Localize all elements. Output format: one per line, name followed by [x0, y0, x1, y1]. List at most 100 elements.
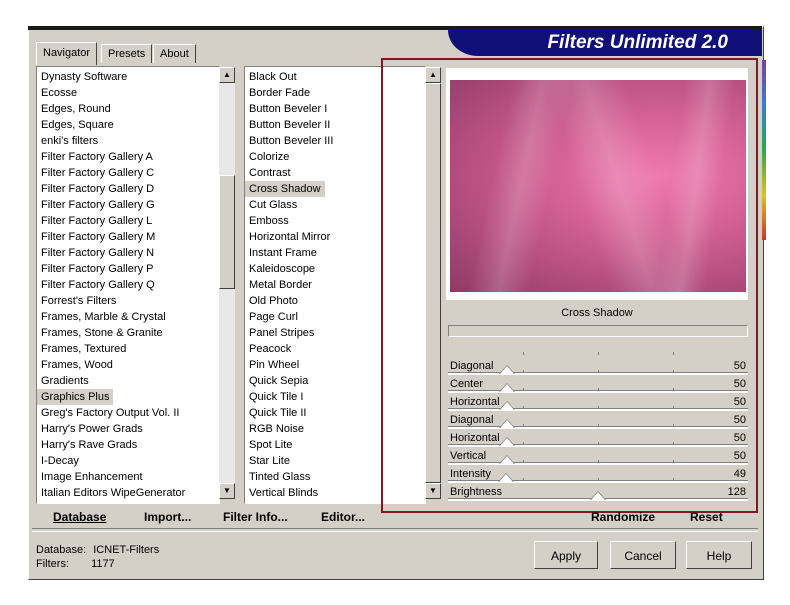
filter-item-label: Border Fade	[249, 87, 311, 99]
category-item[interactable]: Filter Factory Gallery Q	[37, 277, 219, 293]
category-item[interactable]: Frames, Wood	[37, 357, 219, 373]
category-item[interactable]: I-Decay	[37, 453, 219, 469]
status-database-value: ICNET-Filters	[93, 544, 160, 556]
filter-item-label: Horizontal Mirror	[249, 231, 331, 243]
category-item-label: Filter Factory Gallery C	[41, 167, 155, 179]
scroll-down-icon[interactable]: ▼	[219, 483, 235, 499]
category-item[interactable]: Filter Factory Gallery G	[37, 197, 219, 213]
filter-item-label: Instant Frame	[249, 247, 317, 259]
editor-button[interactable]: Editor...	[321, 510, 365, 524]
tab-presets[interactable]: Presets	[101, 44, 153, 63]
category-item-label: Graphics Plus	[37, 389, 114, 405]
category-item[interactable]: Graphics Plus	[37, 389, 219, 405]
apply-button[interactable]: Apply	[534, 541, 598, 569]
filter-item-label: Metal Border	[249, 279, 312, 291]
category-item-label: Harry's Rave Grads	[41, 439, 138, 451]
filter-item-label: Black Out	[249, 71, 297, 83]
status-database: Database: ICNET-Filters	[36, 544, 159, 556]
category-item[interactable]: Image Enhancement	[37, 469, 219, 485]
category-item-label: Filter Factory Gallery M	[41, 231, 156, 243]
filter-item-label: Button Beveler II	[249, 119, 331, 131]
filter-item-label: Kaleidoscope	[249, 263, 316, 275]
help-button[interactable]: Help	[686, 541, 752, 569]
category-item-label: Filter Factory Gallery N	[41, 247, 155, 259]
category-item-label: I-Decay	[41, 455, 79, 467]
category-item-label: Italian Editors WipeGenerator	[41, 487, 186, 499]
category-item[interactable]: Harry's Power Grads	[37, 421, 219, 437]
import-label: Import...	[144, 510, 192, 524]
category-item[interactable]: enki's filters	[37, 133, 219, 149]
category-item[interactable]: Filter Factory Gallery P	[37, 261, 219, 277]
category-item[interactable]: Gradients	[37, 373, 219, 389]
brand-banner: Filters Unlimited 2.0	[448, 30, 762, 56]
category-item-label: Harry's Power Grads	[41, 423, 143, 435]
filter-item-label: Quick Sepia	[249, 375, 309, 387]
category-item-label: Filter Factory Gallery P	[41, 263, 154, 275]
category-item-label: Dynasty Software	[41, 71, 128, 83]
filter-item-label: Cut Glass	[249, 199, 298, 211]
editor-label: Editor...	[321, 510, 366, 524]
category-item-label: Ecosse	[41, 87, 78, 99]
reset-button[interactable]: Reset	[690, 510, 723, 524]
filter-item-label: Quick Tile I	[249, 391, 304, 403]
cancel-button[interactable]: Cancel	[610, 541, 676, 569]
filter-item-label: Pin Wheel	[249, 359, 300, 371]
filter-info-label: Filter Info...	[223, 510, 288, 524]
filter-item-label: Contrast	[249, 167, 291, 179]
category-item-label: Edges, Square	[41, 119, 114, 131]
category-list[interactable]: Dynasty Software Ecosse Edges, Round Edges,…	[36, 66, 220, 504]
background-color-strip	[762, 60, 766, 240]
category-scrollbar[interactable]: ▲ ▼	[219, 67, 235, 499]
category-item[interactable]: Filter Factory Gallery D	[37, 181, 219, 197]
category-item-label: Greg's Factory Output Vol. II	[41, 407, 180, 419]
category-item-label: Edges, Round	[41, 103, 111, 115]
filter-info-button[interactable]: Filter Info...	[223, 510, 288, 524]
scroll-up-icon[interactable]: ▲	[219, 67, 235, 83]
category-item-label: Filter Factory Gallery D	[41, 183, 155, 195]
status-filters-label: Filters:	[36, 558, 69, 570]
category-item[interactable]: Frames, Textured	[37, 341, 219, 357]
filter-item-label: Spot Lite	[249, 439, 293, 451]
category-item[interactable]: Edges, Square	[37, 117, 219, 133]
filter-item-label: Panel Stripes	[249, 327, 315, 339]
filter-item-label: Emboss	[249, 215, 289, 227]
database-label: Database	[53, 510, 107, 524]
database-button[interactable]: Database	[53, 510, 106, 524]
category-item[interactable]: Harry's Rave Grads	[37, 437, 219, 453]
highlight-annotation-box	[381, 58, 758, 513]
reset-label: Reset	[690, 510, 723, 524]
category-item[interactable]: Greg's Factory Output Vol. II	[37, 405, 219, 421]
category-item[interactable]: Edges, Round	[37, 101, 219, 117]
category-item-label: Filter Factory Gallery Q	[41, 279, 155, 291]
category-item[interactable]: Filter Factory Gallery L	[37, 213, 219, 229]
category-item[interactable]: Frames, Marble & Crystal	[37, 309, 219, 325]
category-item-label: Frames, Stone & Granite	[41, 327, 163, 339]
randomize-button[interactable]: Randomize	[591, 510, 655, 524]
category-item[interactable]: Filter Factory Gallery C	[37, 165, 219, 181]
category-item[interactable]: Ecosse	[37, 85, 219, 101]
scroll-thumb[interactable]	[219, 175, 235, 289]
category-item-label: Filter Factory Gallery A	[41, 151, 153, 163]
status-filters-value: 1177	[91, 558, 115, 570]
filter-item-label: Quick Tile II	[249, 407, 307, 419]
category-item-label: Forrest's Filters	[41, 295, 117, 307]
filter-item-label: RGB Noise	[249, 423, 305, 435]
category-item-label: Frames, Wood	[41, 359, 113, 371]
category-item[interactable]: Dynasty Software	[37, 69, 219, 85]
category-item[interactable]: Filter Factory Gallery A	[37, 149, 219, 165]
import-button[interactable]: Import...	[144, 510, 191, 524]
category-item-label: Image Enhancement	[41, 471, 143, 483]
filter-item-label: Button Beveler III	[249, 135, 334, 147]
filter-item-label: Page Curl	[249, 311, 298, 323]
category-item[interactable]: Frames, Stone & Granite	[37, 325, 219, 341]
tab-navigator[interactable]: Navigator	[36, 42, 98, 65]
category-item[interactable]: Forrest's Filters	[37, 293, 219, 309]
category-item[interactable]: Filter Factory Gallery N	[37, 245, 219, 261]
category-item[interactable]: Italian Editors WipeGenerator	[37, 485, 219, 501]
tab-about[interactable]: About	[153, 44, 196, 63]
category-item[interactable]: Filter Factory Gallery M	[37, 229, 219, 245]
status-database-label: Database:	[36, 544, 87, 556]
category-item-label: Gradients	[41, 375, 89, 387]
filter-item-label: Button Beveler I	[249, 103, 328, 115]
filter-item-label: Peacock	[249, 343, 292, 355]
